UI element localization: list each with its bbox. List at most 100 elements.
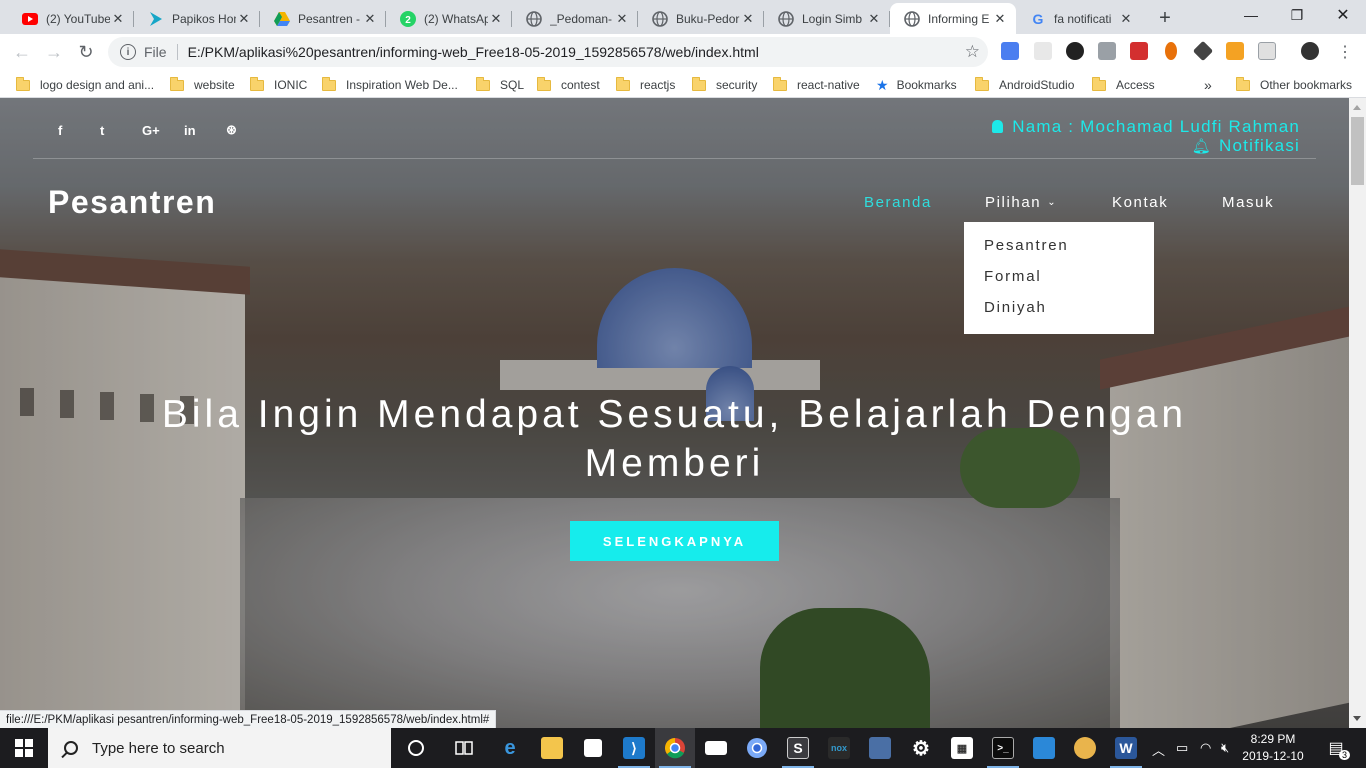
address-bar[interactable]: i File E:/PKM/aplikasi%20pesantren/infor… xyxy=(108,37,988,67)
facebook-icon[interactable]: f xyxy=(56,118,98,142)
url-text[interactable]: E:/PKM/aplikasi%20pesantren/informing-we… xyxy=(188,44,759,60)
scroll-down-arrow[interactable] xyxy=(1353,716,1361,721)
extension-icon[interactable] xyxy=(1165,42,1177,60)
calculator-icon[interactable]: ▦ xyxy=(942,728,982,768)
tab-pesantren-drive[interactable]: Pesantren - ✕ xyxy=(260,3,386,34)
dropdown-item-pesantren[interactable]: Pesantren xyxy=(964,235,1154,266)
virtualbox-icon[interactable] xyxy=(860,728,900,768)
bookmark-folder[interactable]: reactjs xyxy=(616,76,675,94)
translate-extension-icon[interactable] xyxy=(1001,42,1019,60)
nox-icon[interactable]: nox xyxy=(819,728,859,768)
chrome-icon[interactable] xyxy=(655,728,695,768)
mail-icon[interactable] xyxy=(696,728,736,768)
bookmark-folder[interactable]: IONIC xyxy=(250,76,307,94)
tab-informing-active[interactable]: Informing E ✕ xyxy=(890,3,1016,34)
nav-pilihan[interactable]: Pilihan ⌄ xyxy=(985,194,1057,211)
close-icon[interactable]: ✕ xyxy=(236,11,252,27)
close-icon[interactable]: ✕ xyxy=(866,11,882,27)
notification-link[interactable]: 🔔︎ Notifikasi xyxy=(992,136,1300,156)
volume-muted-icon[interactable]: 🔇︎ xyxy=(1221,740,1229,756)
close-icon[interactable]: ✕ xyxy=(488,11,504,27)
scroll-thumb[interactable] xyxy=(1351,117,1364,185)
bookmark-folder[interactable]: AndroidStudio xyxy=(975,76,1074,94)
paint-icon[interactable] xyxy=(1065,728,1105,768)
tab-papikos[interactable]: Papikos Hom ✕ xyxy=(134,3,260,34)
tab-login[interactable]: Login Simb ✕ xyxy=(764,3,890,34)
minimize-button[interactable]: — xyxy=(1228,0,1274,30)
action-center-icon[interactable]: ▤ 3 xyxy=(1316,728,1356,768)
file-explorer-icon[interactable] xyxy=(532,728,572,768)
nav-masuk[interactable]: Masuk xyxy=(1222,194,1274,211)
profile-avatar[interactable] xyxy=(1301,42,1319,60)
extension-icon[interactable] xyxy=(1130,42,1148,60)
close-icon[interactable]: ✕ xyxy=(1118,11,1134,27)
tab-youtube[interactable]: (2) YouTube ✕ xyxy=(8,3,134,34)
selengkapnya-button[interactable]: SELENGKAPNYA xyxy=(570,521,779,561)
bookmark-folder[interactable]: Access xyxy=(1092,76,1155,94)
cortana-icon[interactable] xyxy=(396,728,436,768)
google-plus-icon[interactable]: G+ xyxy=(140,118,182,142)
bookmark-folder[interactable]: website xyxy=(170,76,235,94)
dropdown-item-diniyah[interactable]: Diniyah xyxy=(964,297,1154,328)
extension-icon[interactable] xyxy=(1192,40,1214,62)
remote-desktop-icon[interactable] xyxy=(1024,728,1064,768)
bookmark-star[interactable]: ★ Bookmarks xyxy=(876,76,957,94)
twitter-icon[interactable]: t xyxy=(98,118,140,142)
sublime-icon[interactable]: S xyxy=(778,728,818,768)
task-view-icon[interactable] xyxy=(444,728,484,768)
bookmark-folder[interactable]: Inspiration Web De... xyxy=(322,76,458,94)
taskbar-clock[interactable]: 8:29 PM 2019-12-10 xyxy=(1236,731,1310,765)
new-tab-button[interactable]: + xyxy=(1152,5,1178,31)
back-button[interactable]: ← xyxy=(8,38,36,66)
extension-icon[interactable] xyxy=(1258,42,1276,60)
store-icon[interactable] xyxy=(573,728,613,768)
chrome-canary-icon[interactable] xyxy=(737,728,777,768)
reload-button[interactable]: ↻ xyxy=(72,38,100,66)
close-icon[interactable]: ✕ xyxy=(614,11,630,27)
page-scrollbar[interactable] xyxy=(1349,98,1366,728)
word-icon[interactable]: W xyxy=(1106,728,1146,768)
linkedin-icon[interactable]: in xyxy=(182,118,224,142)
tab-fa-notification[interactable]: G fa notificati ✕ xyxy=(1016,3,1142,34)
extension-icon[interactable] xyxy=(1066,42,1084,60)
scroll-up-arrow[interactable] xyxy=(1353,105,1361,110)
nav-kontak[interactable]: Kontak xyxy=(1112,194,1168,211)
close-window-button[interactable]: ✕ xyxy=(1320,0,1366,30)
bookmark-folder[interactable]: contest xyxy=(537,76,600,94)
close-icon[interactable]: ✕ xyxy=(110,11,126,27)
forward-button[interactable]: → xyxy=(40,38,68,66)
tab-whatsapp[interactable]: 2 (2) WhatsAp ✕ xyxy=(386,3,512,34)
edge-icon[interactable]: e xyxy=(490,728,530,768)
tab-buku-pedoman[interactable]: Buku-Pedor ✕ xyxy=(638,3,764,34)
bookmark-folder[interactable]: SQL xyxy=(476,76,524,94)
extension-icon[interactable] xyxy=(1226,42,1244,60)
wifi-icon[interactable]: ◠ xyxy=(1200,740,1211,756)
taskbar-search[interactable]: Type here to search xyxy=(48,728,391,768)
bookmark-folder[interactable]: logo design and ani... xyxy=(16,76,154,94)
other-bookmarks-folder[interactable]: Other bookmarks xyxy=(1236,76,1352,94)
close-icon[interactable]: ✕ xyxy=(740,11,756,27)
vscode-icon[interactable]: ⟩ xyxy=(614,728,654,768)
close-icon[interactable]: ✕ xyxy=(362,11,378,27)
settings-gear-icon[interactable]: ⚙ xyxy=(901,728,941,768)
close-icon[interactable]: ✕ xyxy=(992,11,1008,27)
terminal-icon[interactable]: >_ xyxy=(983,728,1023,768)
camera-extension-icon[interactable] xyxy=(1098,42,1116,60)
restore-button[interactable]: ❐ xyxy=(1274,0,1320,30)
menu-icon[interactable]: ⋮ xyxy=(1331,38,1359,66)
windows-start-button[interactable] xyxy=(0,728,48,768)
info-icon[interactable]: i xyxy=(120,44,136,60)
dropdown-item-formal[interactable]: Formal xyxy=(964,266,1154,297)
nav-beranda[interactable]: Beranda xyxy=(864,194,932,211)
tab-title: Papikos Hom xyxy=(172,11,236,26)
dribbble-icon[interactable]: ⊛ xyxy=(224,118,266,142)
extension-icon[interactable] xyxy=(1034,42,1052,60)
bookmark-folder[interactable]: security xyxy=(692,76,757,94)
bookmarks-overflow-button[interactable]: » xyxy=(1204,76,1212,94)
user-name-link[interactable]: Nama : Mochamad Ludfi Rahman xyxy=(992,117,1300,136)
tab-pedoman[interactable]: _Pedoman- ✕ xyxy=(512,3,638,34)
tray-expand-icon[interactable]: ︿ xyxy=(1152,740,1165,759)
bookmark-star-icon[interactable]: ☆ xyxy=(965,42,980,62)
bookmark-folder[interactable]: react-native xyxy=(773,76,860,94)
battery-icon[interactable]: ▭ xyxy=(1176,740,1188,756)
